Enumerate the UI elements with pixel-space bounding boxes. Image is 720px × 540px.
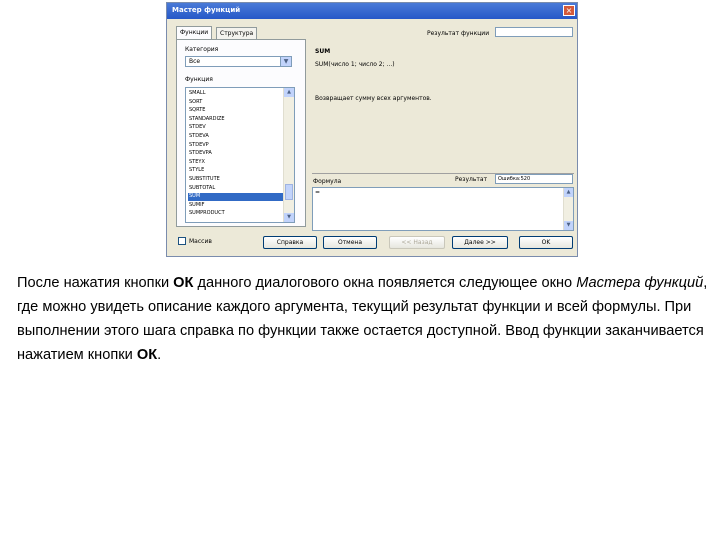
- scroll-up-icon[interactable]: ▲: [564, 188, 573, 197]
- formula-scrollbar[interactable]: ▲ ▼: [563, 188, 573, 230]
- array-checkbox[interactable]: [178, 237, 186, 245]
- function-list-item[interactable]: STDEVPA: [188, 150, 286, 158]
- function-syntax: SUM(число 1; число 2; ...): [315, 61, 395, 68]
- function-list-item[interactable]: STDEVP: [188, 142, 286, 150]
- function-description: Возвращает сумму всех аргументов.: [315, 95, 432, 102]
- caption-ok-bold: ОК: [173, 275, 194, 291]
- function-list-scrollbar[interactable]: ▲ ▼: [283, 88, 294, 222]
- caption-ok-end: ОК: [136, 347, 158, 363]
- category-value: Все: [189, 58, 201, 65]
- back-button[interactable]: << Назад: [389, 236, 445, 249]
- function-list-item[interactable]: STDEV: [188, 124, 286, 132]
- caption-wizard-italic: Мастера функций: [576, 275, 704, 291]
- formula-value: =: [315, 189, 321, 196]
- caption-text-2: данного диалогового окна появляется след…: [193, 275, 577, 291]
- function-list[interactable]: SUMPRODUCT SUMIF SUM SUBTOTAL SUBSTITUTE STYL…: [185, 87, 295, 223]
- scroll-thumb[interactable]: [285, 184, 293, 200]
- caption-paragraph: После нажатия кнопки ОК данного диалогов…: [17, 271, 717, 367]
- dialog-title: Мастер функций: [172, 6, 241, 14]
- close-icon[interactable]: ×: [563, 5, 575, 16]
- category-select[interactable]: Все ▼: [185, 56, 292, 67]
- result-value: Ошибка:520: [498, 176, 531, 182]
- function-list-item[interactable]: SORT: [188, 99, 286, 107]
- ok-button[interactable]: OK: [519, 236, 573, 249]
- function-list-item[interactable]: STYLE: [188, 167, 286, 175]
- caption-text-4: .: [157, 347, 162, 363]
- function-list-item[interactable]: STEYX: [188, 159, 286, 167]
- function-result-field: [495, 27, 573, 37]
- function-list-item[interactable]: STDEVA: [188, 133, 286, 141]
- function-list-item[interactable]: SUM: [188, 193, 286, 201]
- next-button[interactable]: Далее >>: [452, 236, 508, 249]
- result-label: Результат: [455, 176, 488, 183]
- caption-text-1: После нажатия кнопки: [17, 275, 174, 291]
- cancel-button[interactable]: Отмена: [323, 236, 377, 249]
- function-list-item[interactable]: SUMIF: [188, 202, 286, 210]
- chevron-down-icon[interactable]: ▼: [280, 57, 291, 66]
- help-button[interactable]: Справка: [263, 236, 317, 249]
- function-list-item[interactable]: SMALL: [188, 90, 286, 98]
- result-field: Ошибка:520: [495, 174, 573, 184]
- function-name: SUM: [315, 48, 331, 55]
- category-label: Категория: [185, 46, 219, 53]
- function-list-item[interactable]: SUBTOTAL: [188, 185, 286, 193]
- scroll-down-icon[interactable]: ▼: [564, 221, 573, 230]
- scroll-up-icon[interactable]: ▲: [284, 88, 294, 97]
- array-label: Массив: [189, 238, 212, 245]
- scroll-down-icon[interactable]: ▼: [284, 213, 294, 222]
- dialog-titlebar: Мастер функций ×: [167, 3, 577, 19]
- tab-functions[interactable]: Функции: [176, 26, 213, 40]
- function-wizard-dialog: Мастер функций × Функции Структура Катег…: [166, 2, 578, 257]
- function-list-item[interactable]: STANDARDIZE: [188, 116, 286, 124]
- formula-input[interactable]: = ▲ ▼: [312, 187, 574, 231]
- formula-label: Формула: [313, 178, 342, 185]
- function-list-item[interactable]: SQRTE: [188, 107, 286, 115]
- function-label: Функция: [185, 76, 213, 83]
- function-list-item[interactable]: SUMPRODUCT: [188, 210, 286, 218]
- function-list-item[interactable]: SUBSTITUTE: [188, 176, 286, 184]
- function-result-label: Результат функции: [427, 30, 490, 37]
